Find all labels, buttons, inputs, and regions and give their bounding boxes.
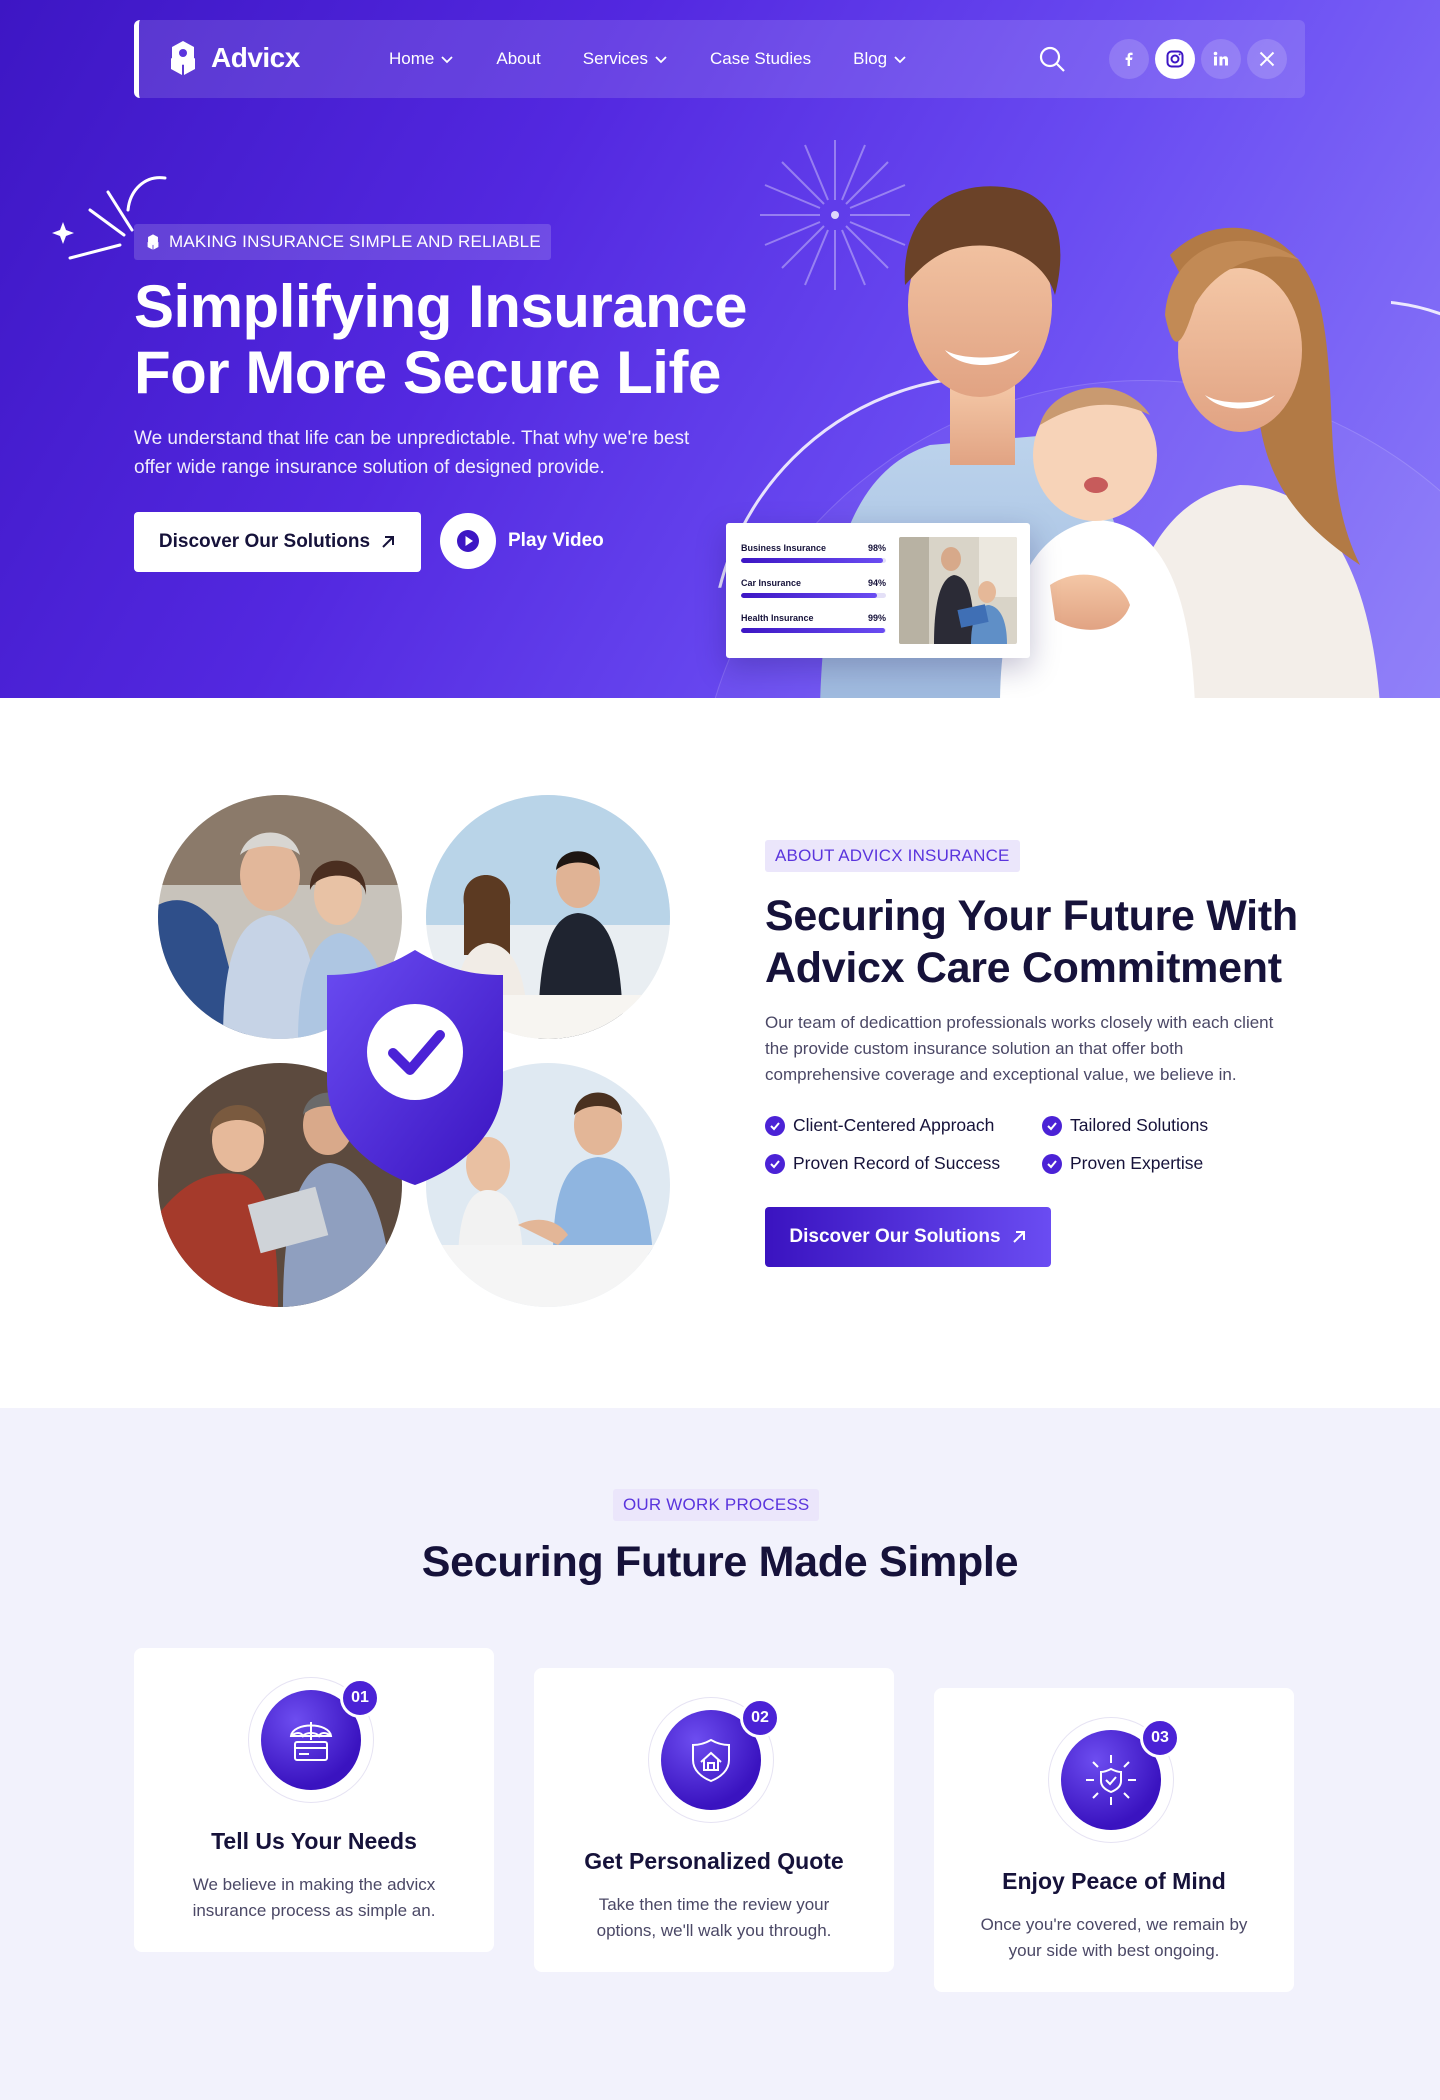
hero-badge-text: MAKING INSURANCE SIMPLE AND RELIABLE: [169, 232, 541, 251]
process-card: 03 Enjoy Peace of Mind Once you're cover…: [934, 1688, 1294, 1992]
about-title-line2: Advicx Care Commitment: [765, 944, 1282, 992]
stat-progress-fill: [741, 593, 878, 598]
about-title-line1: Securing Your Future With: [765, 892, 1298, 940]
process-card-description: Once you're covered, we remain by your s…: [980, 1915, 1248, 1960]
feature-item: Proven Record of Success: [765, 1153, 1000, 1174]
instagram-icon[interactable]: [1155, 39, 1195, 79]
process-card-description: We believe in making the advicx insuranc…: [192, 1875, 436, 1920]
play-icon: [440, 513, 496, 569]
nav-item-label: Home: [389, 49, 435, 68]
button-label: Discover Our Solutions: [789, 1226, 1001, 1247]
process-card-description: Take then time the review your options, …: [596, 1895, 832, 1940]
stat-progress-fill: [741, 558, 884, 563]
logo-icon: [171, 41, 195, 75]
nav-item-label: Services: [582, 49, 648, 68]
about-section-tag: ABOUT ADVICX INSURANCE: [765, 840, 1020, 872]
stat-progress-bar: [741, 628, 886, 633]
about-discover-solutions-button[interactable]: Discover Our Solutions: [765, 1207, 1051, 1267]
process-title: Securing Future Made Simple: [421, 1538, 1019, 1586]
check-circle-icon: [765, 1115, 785, 1136]
nav-item-home[interactable]: Home: [389, 49, 454, 69]
stat-progress-bar: [741, 593, 886, 598]
stat-value: 94%: [867, 578, 886, 588]
feature-label: Proven Expertise: [1070, 1153, 1204, 1173]
nav-item-blog[interactable]: Blog: [853, 49, 907, 69]
arrow-up-right-icon: [382, 536, 395, 548]
chevron-down-icon: [894, 56, 906, 64]
stat-row-business: Business Insurance 98%: [741, 543, 886, 563]
stat-label: Business Insurance: [741, 543, 827, 553]
stat-progress-bar: [741, 558, 886, 563]
nav-item-case-studies[interactable]: Case Studies: [710, 49, 811, 69]
step-number-badge: 03: [1140, 1718, 1180, 1758]
feature-label: Client-Centered Approach: [793, 1115, 995, 1135]
hero-title-line1: Simplifying Insurance: [134, 273, 747, 340]
feature-item: Client-Centered Approach: [765, 1115, 994, 1136]
process-card: 02 Get Personalized Quote Take then time…: [534, 1668, 894, 1972]
check-circle-icon: [765, 1153, 785, 1174]
stat-label: Car Insurance: [741, 578, 802, 588]
nav-item-label: Blog: [853, 49, 888, 68]
hero-title-line2: For More Secure Life: [134, 339, 721, 406]
about-title: Securing Your Future With Advicx Care Co…: [765, 890, 1325, 994]
process-card-title: Enjoy Peace of Mind: [1002, 1868, 1226, 1894]
stat-progress-fill: [741, 628, 885, 633]
feature-label: Proven Record of Success: [793, 1153, 1001, 1173]
discover-solutions-button[interactable]: Discover Our Solutions: [134, 512, 421, 572]
logo-small-icon: [147, 234, 159, 250]
hero-section: Advicx Home About Services Case Studies …: [0, 0, 1440, 698]
search-icon[interactable]: [1037, 44, 1067, 74]
insurance-stats-card: Business Insurance 98% Car Insurance 94% H…: [726, 523, 1030, 658]
process-section-tag: OUR WORK PROCESS: [613, 1489, 820, 1521]
x-icon[interactable]: [1247, 39, 1287, 79]
stat-row-health: Health Insurance 99%: [741, 613, 886, 633]
stat-value: 99%: [867, 613, 886, 623]
logo-text: Advicx: [211, 42, 300, 73]
check-circle-icon: [1042, 1153, 1062, 1174]
chevron-down-icon: [441, 56, 453, 64]
facebook-icon[interactable]: [1109, 39, 1149, 79]
feature-label: Tailored Solutions: [1070, 1115, 1209, 1135]
play-video-label: Play Video: [508, 530, 604, 551]
process-card-title: Tell Us Your Needs: [211, 1828, 417, 1854]
process-card: 01 Tell Us Your Needs We believe in maki…: [134, 1648, 494, 1952]
feature-item: Proven Expertise: [1042, 1153, 1203, 1174]
stat-row-car: Car Insurance 94%: [741, 578, 886, 598]
check-circle-icon: [1042, 1115, 1062, 1136]
arrow-up-right-icon: [1012, 1231, 1025, 1243]
chevron-down-icon: [655, 56, 667, 64]
step-number-badge: 01: [340, 1678, 380, 1718]
about-photo-collage: [158, 795, 670, 1307]
main-navbar: Advicx Home About Services Case Studies …: [134, 20, 1305, 98]
stat-label: Health Insurance: [741, 613, 814, 623]
nav-menu: Home About Services Case Studies Blog: [389, 20, 949, 98]
hero-description: We understand that life can be unpredict…: [134, 428, 690, 478]
step-number-badge: 02: [740, 1698, 780, 1738]
linkedin-icon[interactable]: [1201, 39, 1241, 79]
feature-item: Tailored Solutions: [1042, 1115, 1208, 1136]
nav-item-label: Case Studies: [709, 49, 812, 68]
hero-badge: MAKING INSURANCE SIMPLE AND RELIABLE: [134, 224, 551, 260]
button-label: Discover Our Solutions: [158, 531, 371, 552]
nav-item-services[interactable]: Services: [583, 49, 668, 69]
consultation-photo: [899, 537, 1017, 644]
hero-title: Simplifying Insurance For More Secure Li…: [134, 274, 754, 406]
site-logo[interactable]: Advicx: [163, 38, 300, 78]
nav-item-about[interactable]: About: [496, 49, 540, 69]
nav-item-label: About: [496, 49, 541, 68]
process-card-title: Get Personalized Quote: [584, 1848, 844, 1874]
about-description: Our team of dedicattion professionals wo…: [765, 1013, 1274, 1084]
play-video-button[interactable]: Play Video: [440, 513, 604, 569]
stat-value: 98%: [867, 543, 886, 553]
